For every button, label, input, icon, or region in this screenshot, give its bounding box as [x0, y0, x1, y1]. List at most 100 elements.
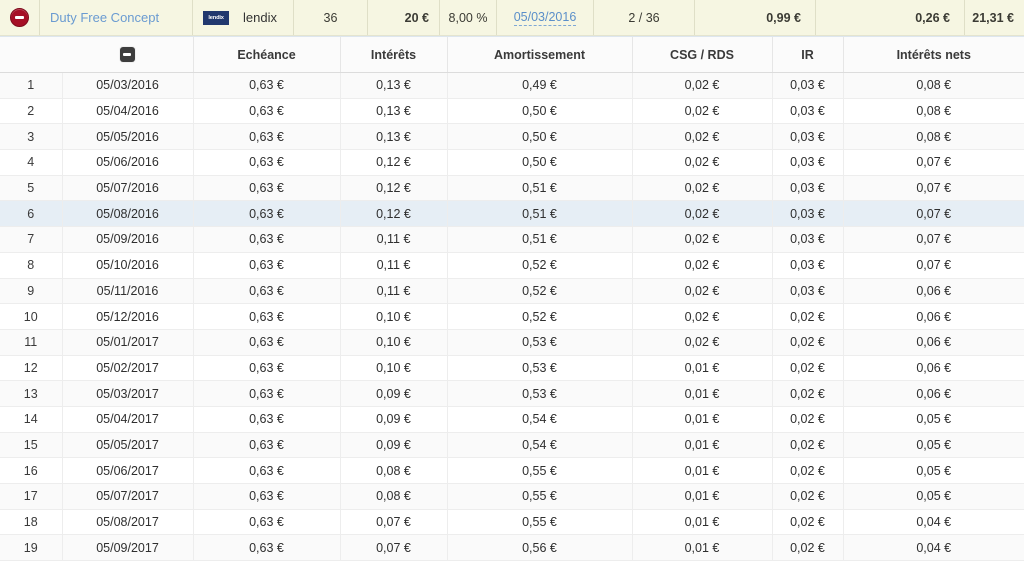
row-csg-rds: 0,01 € — [632, 483, 773, 510]
schedule-table-wrapper[interactable]: Echéance Intérêts Amortissement CSG / RD… — [0, 36, 1024, 569]
duration-value: 36 — [323, 10, 338, 25]
row-interets-nets: 0,08 € — [843, 123, 1024, 151]
row-interets-nets: 0,05 € — [843, 457, 1024, 484]
table-row[interactable]: 6 05/08/2016 0,63 €0,12 €0,51 €0,02 €0,03 … — [0, 200, 1024, 228]
row-amortissement: 0,56 € — [447, 534, 633, 562]
row-index: 8 — [0, 252, 63, 279]
table-row[interactable]: 1 05/03/2016 0,63 €0,13 €0,49 €0,02 €0,03 … — [0, 72, 1024, 99]
row-ir: 0,03 € — [772, 226, 844, 253]
row-interets-nets: 0,06 € — [843, 278, 1024, 305]
row-amortissement: 0,54 € — [447, 432, 633, 459]
row-amortissement: 0,50 € — [447, 98, 633, 125]
row-csg-rds: 0,01 € — [632, 380, 773, 407]
row-amortissement: 0,55 € — [447, 457, 633, 484]
row-echeance: 0,63 € — [193, 534, 341, 562]
header-interets[interactable]: Intérêts — [340, 37, 448, 73]
table-row[interactable]: 8 05/10/2016 0,63 €0,11 €0,52 €0,02 €0,03 … — [0, 252, 1024, 279]
row-interets: 0,07 € — [340, 509, 448, 536]
remove-circle-icon[interactable] — [10, 8, 29, 27]
row-ir: 0,03 € — [772, 149, 844, 176]
row-echeance: 0,63 € — [193, 483, 341, 510]
table-row[interactable]: 15 05/05/2017 0,63 €0,09 €0,54 €0,01 €0,02… — [0, 432, 1024, 459]
schedule-table-body: 1 05/03/2016 0,63 €0,13 €0,49 €0,02 €0,03 … — [0, 72, 1024, 562]
summary-cell-capital: 0,99 € — [695, 0, 816, 35]
row-csg-rds: 0,02 € — [632, 329, 773, 356]
table-row[interactable]: 9 05/11/2016 0,63 €0,11 €0,52 €0,02 €0,03 … — [0, 278, 1024, 305]
next-date-link[interactable]: 05/03/2016 — [513, 10, 577, 26]
header-index — [0, 37, 62, 73]
row-csg-rds: 0,01 € — [632, 509, 773, 536]
row-ir: 0,02 € — [772, 483, 844, 510]
table-row[interactable]: 10 05/12/2016 0,63 €0,10 €0,52 €0,02 €0,02… — [0, 303, 1024, 330]
row-csg-rds: 0,01 € — [632, 406, 773, 433]
row-date: 05/09/2016 — [62, 226, 194, 253]
row-index: 16 — [0, 457, 63, 484]
table-row[interactable]: 16 05/06/2017 0,63 €0,08 €0,55 €0,01 €0,02… — [0, 457, 1024, 484]
summary-cell-rate: 8,00 % — [440, 0, 497, 35]
row-echeance: 0,63 € — [193, 252, 341, 279]
row-date: 05/02/2017 — [62, 355, 194, 382]
row-csg-rds: 0,02 € — [632, 123, 773, 151]
row-ir: 0,02 € — [772, 303, 844, 330]
row-amortissement: 0,52 € — [447, 252, 633, 279]
project-name-link[interactable]: Duty Free Concept — [50, 10, 159, 25]
row-echeance: 0,63 € — [193, 226, 341, 253]
header-amortissement[interactable]: Amortissement — [447, 37, 633, 73]
header-interets-nets[interactable]: Intérêts nets — [843, 37, 1024, 73]
row-ir: 0,03 € — [772, 278, 844, 305]
table-row[interactable]: 13 05/03/2017 0,63 €0,09 €0,53 €0,01 €0,02… — [0, 380, 1024, 407]
row-index: 7 — [0, 226, 63, 253]
table-row[interactable]: 11 05/01/2017 0,63 €0,10 €0,53 €0,02 €0,02… — [0, 329, 1024, 356]
row-interets: 0,10 € — [340, 303, 448, 330]
table-row[interactable]: 19 05/09/2017 0,63 €0,07 €0,56 €0,01 €0,02… — [0, 534, 1024, 562]
row-amortissement: 0,51 € — [447, 226, 633, 253]
row-amortissement: 0,51 € — [447, 175, 633, 202]
row-interets-nets: 0,06 € — [843, 303, 1024, 330]
row-echeance: 0,63 € — [193, 457, 341, 484]
row-ir: 0,02 € — [772, 509, 844, 536]
table-row[interactable]: 12 05/02/2017 0,63 €0,10 €0,53 €0,01 €0,02… — [0, 355, 1024, 382]
row-csg-rds: 0,02 € — [632, 252, 773, 279]
row-index: 11 — [0, 329, 63, 356]
table-row[interactable]: 5 05/07/2016 0,63 €0,12 €0,51 €0,02 €0,03 … — [0, 175, 1024, 202]
row-interets-nets: 0,07 € — [843, 200, 1024, 228]
row-interets-nets: 0,07 € — [843, 175, 1024, 202]
row-date: 05/10/2016 — [62, 252, 194, 279]
row-interets-nets: 0,05 € — [843, 432, 1024, 459]
table-row[interactable]: 4 05/06/2016 0,63 €0,12 €0,50 €0,02 €0,03 … — [0, 149, 1024, 176]
row-ir: 0,02 € — [772, 355, 844, 382]
row-ir: 0,03 € — [772, 98, 844, 125]
table-row[interactable]: 7 05/09/2016 0,63 €0,11 €0,51 €0,02 €0,03 … — [0, 226, 1024, 253]
collapse-minus-icon[interactable] — [119, 47, 135, 63]
row-ir: 0,03 € — [772, 175, 844, 202]
row-index: 10 — [0, 303, 63, 330]
table-row[interactable]: 18 05/08/2017 0,63 €0,07 €0,55 €0,01 €0,02… — [0, 509, 1024, 536]
rate-value: 8,00 % — [448, 10, 488, 25]
table-row[interactable]: 17 05/07/2017 0,63 €0,08 €0,55 €0,01 €0,02… — [0, 483, 1024, 510]
row-interets-nets: 0,06 € — [843, 355, 1024, 382]
row-csg-rds: 0,01 € — [632, 457, 773, 484]
interest-value: 0,26 € — [915, 10, 950, 25]
row-ir: 0,02 € — [772, 432, 844, 459]
row-index: 6 — [0, 200, 63, 228]
table-row[interactable]: 3 05/05/2016 0,63 €0,13 €0,50 €0,02 €0,03 … — [0, 123, 1024, 151]
table-row[interactable]: 14 05/04/2017 0,63 €0,09 €0,54 €0,01 €0,02… — [0, 406, 1024, 433]
table-row[interactable]: 2 05/04/2016 0,63 €0,13 €0,50 €0,02 €0,03 … — [0, 98, 1024, 125]
header-echeance[interactable]: Echéance — [193, 37, 341, 73]
row-date: 05/05/2017 — [62, 432, 194, 459]
header-csg-rds[interactable]: CSG / RDS — [632, 37, 773, 73]
header-ir[interactable]: IR — [772, 37, 844, 73]
row-interets: 0,09 € — [340, 406, 448, 433]
row-date: 05/01/2017 — [62, 329, 194, 356]
summary-cell-duration: 36 — [294, 0, 368, 35]
amortization-schedule-table: Echéance Intérêts Amortissement CSG / RD… — [0, 37, 1024, 562]
row-date: 05/05/2016 — [62, 123, 194, 151]
row-interets: 0,12 € — [340, 175, 448, 202]
row-date: 05/07/2016 — [62, 175, 194, 202]
loan-schedule-page: Duty Free Concept lendix lendix 36 20 € … — [0, 0, 1024, 569]
row-date: 05/11/2016 — [62, 278, 194, 305]
row-echeance: 0,63 € — [193, 98, 341, 125]
row-ir: 0,03 € — [772, 200, 844, 228]
row-interets: 0,13 € — [340, 98, 448, 125]
row-amortissement: 0,54 € — [447, 406, 633, 433]
